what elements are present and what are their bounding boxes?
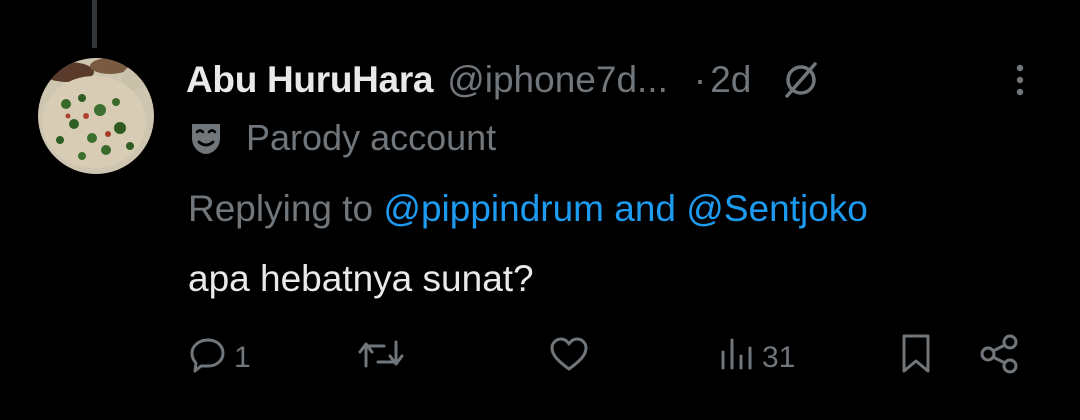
separator-dot: ·: [693, 59, 707, 100]
bookmark-icon: [896, 332, 936, 384]
author-name[interactable]: Abu HuruHara: [186, 59, 434, 101]
reply-bubble-icon: [188, 334, 228, 382]
mention-link-sentjoko[interactable]: @Sentjoko: [686, 188, 868, 230]
theater-mask-icon: [188, 120, 224, 156]
like-button[interactable]: [548, 330, 596, 386]
bookmark-button[interactable]: [896, 330, 936, 386]
retweet-icon: [356, 334, 406, 382]
tweet-header: Abu HuruHara @iphone7d... · 2d: [186, 52, 821, 108]
parody-label: Parody account: [188, 114, 496, 162]
views-button[interactable]: 31: [716, 330, 795, 386]
bar-chart-icon: [716, 334, 756, 382]
heart-icon: [548, 334, 590, 382]
parody-account-text: Parody account: [246, 117, 497, 158]
reply-button[interactable]: 1: [188, 330, 251, 386]
thread-connector-line: [92, 0, 97, 48]
tweet-actions-bar: 1 31: [0, 330, 1080, 386]
mention-joiner[interactable]: and: [614, 188, 676, 230]
replying-to-line: Replying to @pippindrum and @Sentjoko: [188, 184, 868, 234]
replying-prefix: Replying to: [188, 188, 374, 229]
timestamp[interactable]: 2d: [710, 59, 751, 101]
reply-count: 1: [234, 341, 251, 374]
mention-link-pippindrum[interactable]: @pippindrum: [383, 188, 604, 230]
tweet-text: apa hebatnya sunat?: [188, 258, 534, 299]
avatar[interactable]: [38, 58, 154, 174]
retweet-button[interactable]: [356, 330, 412, 386]
share-icon: [976, 332, 1024, 384]
more-vertical-icon[interactable]: [1008, 60, 1032, 105]
share-button[interactable]: [976, 330, 1024, 386]
circle-slash-icon: [781, 60, 821, 100]
author-handle[interactable]: @iphone7d...: [447, 59, 668, 101]
views-count: 31: [762, 341, 796, 374]
